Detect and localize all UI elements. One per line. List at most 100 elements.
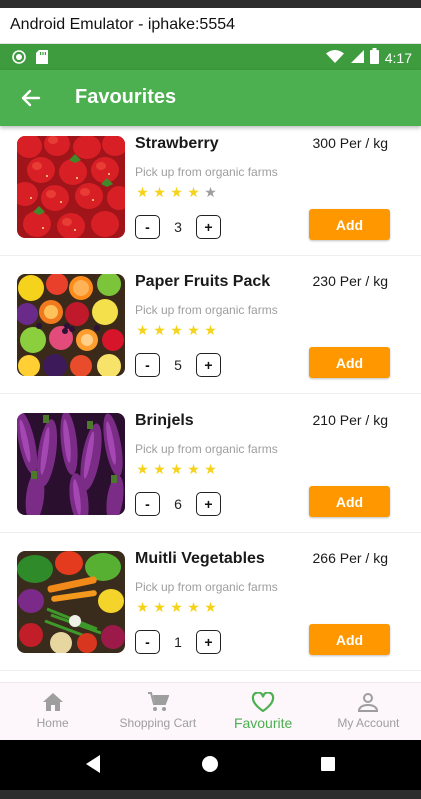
star-filled-icon: ★	[170, 462, 183, 478]
back-button[interactable]	[18, 85, 44, 111]
heart-icon	[251, 692, 275, 713]
rating-stars: ★ ★ ★ ★ ★	[135, 601, 218, 615]
star-filled-icon: ★	[153, 323, 166, 339]
nav-item-favourite[interactable]: Favourite	[211, 683, 316, 740]
product-subtitle: Pick up from organic farms	[135, 442, 278, 456]
nav-label: Home	[36, 716, 69, 730]
increment-button[interactable]: +	[196, 215, 221, 239]
add-button[interactable]: Add	[309, 209, 390, 240]
product-price: 210 Per / kg	[312, 412, 389, 428]
product-subtitle: Pick up from organic farms	[135, 303, 278, 317]
add-button[interactable]: Add	[309, 486, 390, 517]
product-name: Strawberry	[135, 135, 219, 152]
star-filled-icon: ★	[187, 600, 200, 616]
list-item: Brinjels 210 Per / kg Pick up from organ…	[0, 395, 421, 533]
nav-label: My Account	[337, 716, 400, 730]
star-filled-icon: ★	[187, 462, 200, 478]
app-bar: Favourites	[0, 70, 421, 126]
rating-stars: ★ ★ ★ ★ ★	[135, 463, 218, 477]
nav-item-my-account[interactable]: My Account	[316, 683, 421, 740]
star-filled-icon: ★	[187, 323, 200, 339]
product-name: Paper Fruits Pack	[135, 273, 271, 290]
battery-icon	[369, 48, 379, 68]
add-button[interactable]: Add	[309, 347, 390, 378]
window-edge	[0, 0, 421, 8]
window-title-bar: Android Emulator - iphake:5554	[0, 8, 421, 44]
system-home-button[interactable]	[201, 754, 219, 778]
star-filled-icon: ★	[170, 185, 183, 201]
star-filled-icon: ★	[136, 185, 149, 201]
star-filled-icon: ★	[136, 462, 149, 478]
system-navigation-bar	[0, 740, 421, 790]
sd-card-icon	[36, 49, 48, 68]
circle-home-icon	[202, 756, 218, 772]
fruits-image[interactable]	[17, 274, 125, 376]
bottom-navigation: Home Shopping Cart Favourite My Account	[0, 682, 421, 740]
quantity-stepper: - 3 +	[135, 215, 221, 239]
star-filled-icon: ★	[204, 600, 217, 616]
page-title: Favourites	[75, 86, 177, 108]
star-filled-icon: ★	[170, 323, 183, 339]
add-button[interactable]: Add	[309, 624, 390, 655]
status-bar: 4:17	[0, 44, 421, 70]
star-filled-icon: ★	[153, 462, 166, 478]
square-recents-icon	[321, 757, 335, 771]
star-filled-icon: ★	[187, 185, 200, 201]
sync-icon	[12, 49, 26, 68]
star-empty-icon: ★	[204, 185, 217, 201]
star-filled-icon: ★	[153, 185, 166, 201]
decrement-button[interactable]: -	[135, 630, 160, 654]
quantity-value: 3	[174, 219, 182, 235]
product-name: Muitli Vegetables	[135, 550, 265, 567]
star-filled-icon: ★	[136, 600, 149, 616]
window-edge-bottom	[0, 790, 421, 799]
nav-item-home[interactable]: Home	[0, 683, 105, 740]
star-filled-icon: ★	[204, 462, 217, 478]
arrow-left-icon	[21, 89, 41, 107]
status-time: 4:17	[384, 50, 412, 66]
increment-button[interactable]: +	[196, 353, 221, 377]
signal-icon	[350, 49, 364, 68]
nav-label: Shopping Cart	[119, 716, 197, 730]
triangle-back-icon	[86, 755, 100, 773]
quantity-stepper: - 6 +	[135, 492, 221, 516]
increment-button[interactable]: +	[196, 492, 221, 516]
product-name: Brinjels	[135, 412, 194, 429]
decrement-button[interactable]: -	[135, 353, 160, 377]
product-price: 300 Per / kg	[312, 135, 389, 151]
list-item: Paper Fruits Pack 230 Per / kg Pick up f…	[0, 256, 421, 394]
favourites-list[interactable]: Strawberry 300 Per / kg Pick up from org…	[0, 126, 421, 682]
list-item: Strawberry 300 Per / kg Pick up from org…	[0, 126, 421, 256]
star-filled-icon: ★	[153, 600, 166, 616]
list-item: Muitli Vegetables 266 Per / kg Pick up f…	[0, 533, 421, 671]
cart-icon	[147, 692, 169, 711]
system-recents-button[interactable]	[320, 754, 336, 778]
product-subtitle: Pick up from organic farms	[135, 165, 278, 179]
product-price: 230 Per / kg	[312, 273, 389, 289]
nav-item-shopping-cart[interactable]: Shopping Cart	[105, 683, 210, 740]
vegetables-image[interactable]	[17, 551, 125, 653]
decrement-button[interactable]: -	[135, 492, 160, 516]
account-icon	[358, 693, 379, 712]
wifi-icon	[325, 49, 344, 68]
product-subtitle: Pick up from organic farms	[135, 580, 278, 594]
increment-button[interactable]: +	[196, 630, 221, 654]
star-filled-icon: ★	[136, 323, 149, 339]
brinjal-image[interactable]	[17, 413, 125, 515]
quantity-value: 5	[174, 357, 182, 373]
quantity-value: 6	[174, 496, 182, 512]
rating-stars: ★ ★ ★ ★ ★	[135, 324, 218, 338]
rating-stars: ★ ★ ★ ★ ★	[135, 186, 218, 200]
quantity-stepper: - 1 +	[135, 630, 221, 654]
window-title: Android Emulator - iphake:5554	[10, 16, 236, 33]
emulator-frame: Android Emulator - iphake:5554 4:17 Favo…	[0, 0, 421, 799]
system-back-button[interactable]	[84, 754, 102, 778]
product-price: 266 Per / kg	[312, 550, 389, 566]
star-filled-icon: ★	[170, 600, 183, 616]
quantity-value: 1	[174, 634, 182, 650]
quantity-stepper: - 5 +	[135, 353, 221, 377]
decrement-button[interactable]: -	[135, 215, 160, 239]
strawberry-image[interactable]	[17, 136, 125, 238]
star-filled-icon: ★	[204, 323, 217, 339]
nav-label: Favourite	[233, 715, 293, 731]
